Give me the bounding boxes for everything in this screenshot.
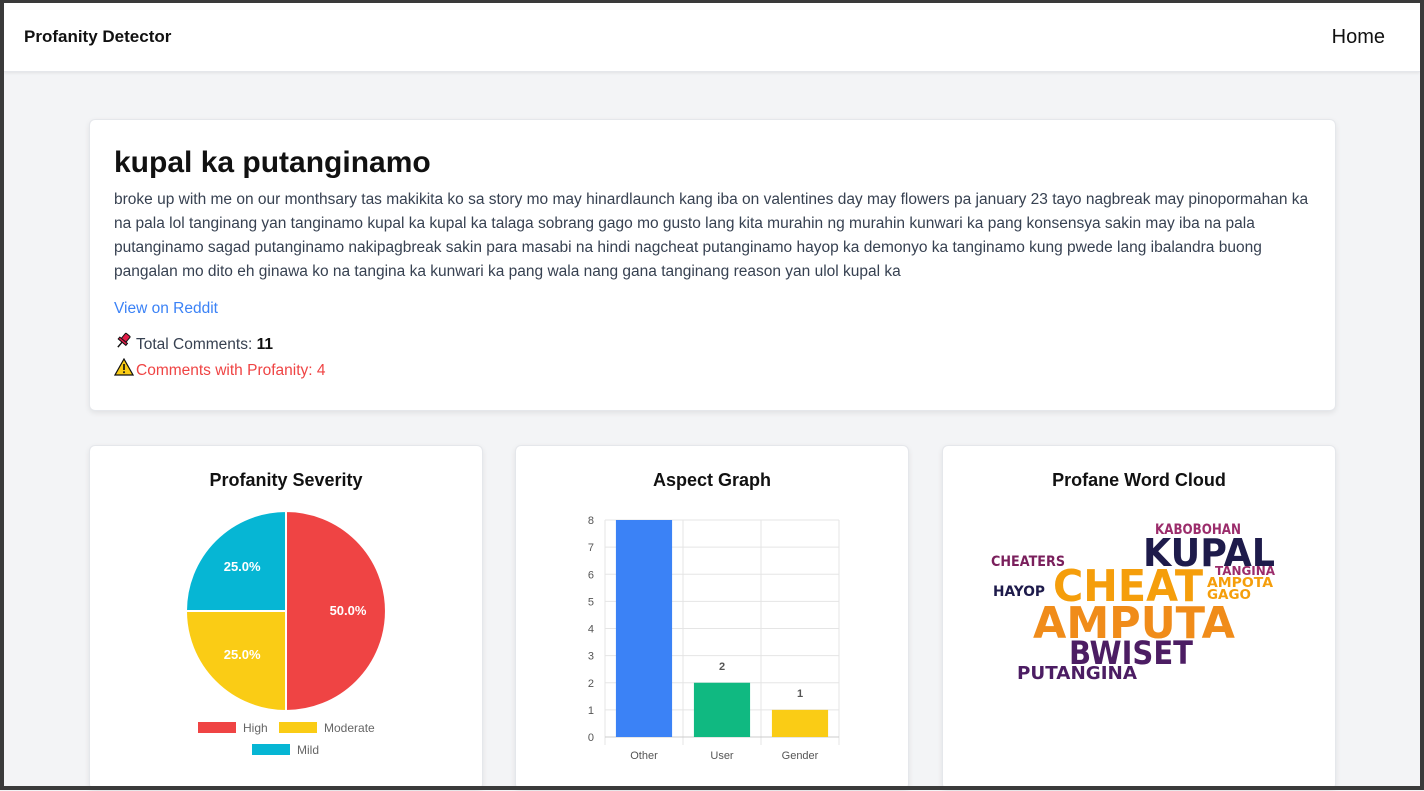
y-tick-label: 2 [588,678,594,690]
profanity-comments-label: Comments with Profanity: 4 [136,362,326,380]
pie-slice-label: 25.0% [224,647,261,662]
legend-label-high: High [243,721,268,735]
y-tick-label: 6 [588,569,594,581]
pushpin-icon [114,332,136,358]
total-comments-label: Total Comments: [136,336,253,354]
y-tick-label: 8 [588,515,594,527]
aspect-card: Aspect Graph 0 1 2 3 4 5 6 7 8 Other 2 User 1 Gender [515,445,909,790]
nav-home-link[interactable]: Home [1332,26,1385,49]
y-tick-label: 0 [588,732,594,744]
view-on-reddit-link[interactable]: View on Reddit [114,300,218,318]
word-cloud: KABOBOHANKUPALCHEATERSTANGINACHEAT AMPOTA… [991,522,1276,684]
x-tick-label: Gender [782,750,819,762]
profanity-comments: Comments with Profanity: 4 [113,357,1311,384]
warning-icon [113,357,136,384]
pie-slice-label: 25.0% [224,559,261,574]
y-tick-label: 1 [588,705,594,717]
legend-swatch-mild [252,744,290,755]
legend-label-moderate: Moderate [324,721,375,735]
total-comments: Total Comments: 11 [114,332,1311,358]
y-tick-label: 3 [588,651,594,663]
comment-stats: Total Comments: 11 Comments with Profani… [113,332,1311,384]
y-tick-label: 4 [588,624,594,636]
bar-value-label: 1 [797,688,803,700]
y-tick-label: 5 [588,596,594,608]
post-card: kupal ka putanginamo broke up with me on… [89,119,1336,411]
legend-swatch-moderate [279,722,317,733]
bar-value-label: 2 [719,661,725,673]
severity-card: Profanity Severity 50.0% 25.0% 25.0% High Mo… [89,445,483,790]
bar-user [693,682,751,737]
post-title: kupal ka putanginamo [114,146,431,179]
x-tick-label: Other [630,750,658,762]
legend-label-mild: Mild [297,743,319,757]
legend-swatch-high [198,722,236,733]
severity-pie-chart: 50.0% 25.0% 25.0% High Moderate Mild [184,509,387,757]
wordcloud-card: Profane Word Cloud KABOBOHAN KUPAL CHEATER… [942,445,1336,790]
bar-other [615,520,673,737]
x-tick-label: User [710,750,734,762]
navbar: Profanity Detector Home [4,3,1420,72]
post-body: broke up with me on our monthsary tas ma… [114,191,1309,280]
total-comments-value: 11 [256,336,273,354]
pie-slice-label: 50.0% [330,603,367,618]
aspect-bar-chart: 0 1 2 3 4 5 6 7 8 Other 2 User 1 Gender [588,515,840,762]
brand-title[interactable]: Profanity Detector [24,27,171,47]
y-tick-label: 7 [588,542,594,554]
bar-gender [771,709,829,737]
cloud-word-putangina: PUTANGINA [1017,663,1137,684]
